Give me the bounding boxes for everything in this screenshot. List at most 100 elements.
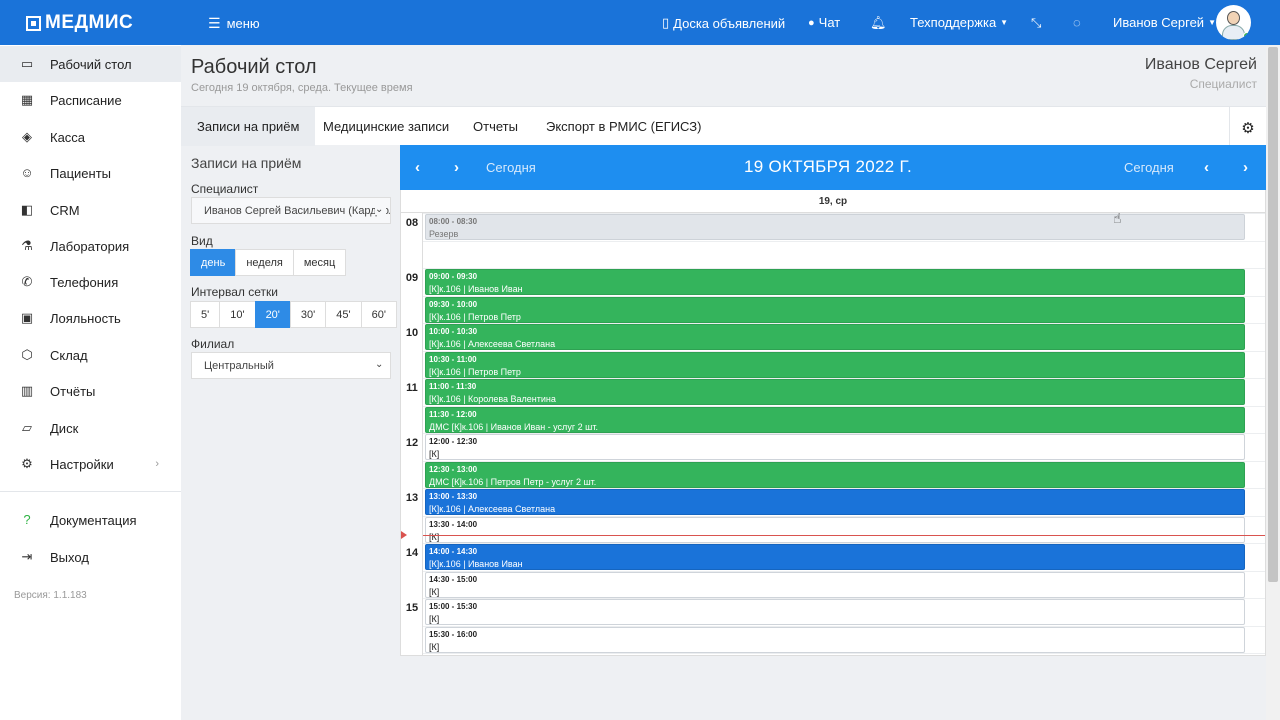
sidebar-divider	[0, 491, 181, 492]
page-subtitle: Сегодня 19 октября, среда. Текущее время	[191, 82, 413, 94]
appointment-event[interactable]: 08:00 - 08:30 Резерв	[425, 214, 1245, 240]
today-button-right[interactable]: Сегодня	[1124, 160, 1174, 175]
appointment-event[interactable]: 10:30 - 11:00 [К]к.106 | Петров Петр	[425, 351, 1245, 378]
appointment-text: ДМС [К]к.106 | Петров Петр - услуг 2 шт.	[429, 476, 597, 487]
sidebar-item-documentation[interactable]: ? Документация	[0, 502, 181, 538]
appointment-time: 11:30 - 12:00	[429, 409, 477, 419]
sidebar-item-cash[interactable]: ◈ Касса	[0, 119, 181, 155]
appointment-text: Резерв	[429, 229, 459, 239]
bell-icon: 🔔︎	[870, 15, 887, 30]
appointment-time: 14:00 - 14:30	[429, 547, 478, 556]
menu-button[interactable]: ☰ меню	[208, 15, 260, 32]
view-week-button[interactable]: неделя	[235, 249, 294, 276]
appointment-event[interactable]: 12:00 - 12:30 [К]	[425, 434, 1245, 460]
appointment-event[interactable]: 14:00 - 14:30 [К]к.106 | Иванов Иван	[425, 544, 1245, 570]
hour-label: 15	[405, 602, 419, 614]
tab-reports[interactable]: Отчеты	[457, 107, 534, 146]
appointment-event[interactable]: 14:30 - 15:00 [К]	[425, 571, 1245, 598]
appointment-text: [К]	[429, 449, 440, 459]
hour-label: 13	[405, 492, 419, 504]
interval-10-button[interactable]: 10'	[219, 301, 256, 328]
appointment-text: [К]	[429, 531, 440, 542]
chat-button[interactable]: ● Чат	[808, 15, 840, 30]
sidebar-item-warehouse[interactable]: ⬡ Склад	[0, 337, 181, 373]
calendar-grid: 08 09 10 11 12 13 14 15 08:00 - 08:30 Резерв 09:0…	[400, 213, 1266, 656]
header-user-role: Специалист	[1189, 77, 1257, 91]
sidebar-item-laboratory[interactable]: ⚗ Лаборатория	[0, 228, 181, 264]
sidebar-item-telephony[interactable]: ✆ Телефония	[0, 264, 181, 300]
notifications-button[interactable]: 🔔︎	[870, 15, 887, 31]
appointment-event[interactable]: 15:00 - 15:30 [К]	[425, 599, 1245, 625]
appointment-event[interactable]: 13:00 - 13:30 [К]к.106 | Алексеева Светла…	[425, 489, 1245, 515]
appointment-text: [К]к.106 | Петров Петр	[429, 366, 521, 377]
interval-45-button[interactable]: 45'	[325, 301, 362, 328]
current-time-marker-icon	[401, 531, 407, 539]
list-icon: ☰	[208, 15, 221, 31]
tab-rmis-export[interactable]: Экспорт в РМИС (ЕГИСЗ)	[530, 107, 717, 146]
appointment-text: [К]к.106 | Королева Валентина	[429, 394, 556, 404]
avatar[interactable]	[1216, 5, 1251, 40]
support-label: Техподдержка	[910, 15, 997, 30]
next-arrow-button-right[interactable]: ›	[1243, 159, 1248, 176]
app-logo[interactable]: МЕДМИС	[26, 12, 133, 34]
sidebar-item-patients[interactable]: ☺ Пациенты	[0, 155, 181, 191]
sidebar-item-reports[interactable]: ▥ Отчёты	[0, 373, 181, 409]
appointment-text: [К]к.106 | Иванов Иван	[429, 284, 523, 294]
interval-30-button[interactable]: 30'	[289, 301, 327, 328]
appointment-event[interactable]: 09:00 - 09:30 [К]к.106 | Иванов Иван	[425, 269, 1245, 295]
appointment-time: 10:00 - 10:30	[429, 327, 478, 336]
interval-20-button[interactable]: 20'	[254, 301, 291, 328]
sidebar-item-schedule[interactable]: ▦ Расписание	[0, 82, 181, 118]
gear-icon: ⚙	[21, 456, 33, 471]
user-dropdown[interactable]: Иванов Сергей ▼	[1113, 15, 1216, 30]
appointment-text: [К]к.106 | Алексеева Светлана	[429, 339, 556, 349]
sidebar-item-settings[interactable]: ⚙ Настройки ›	[0, 446, 181, 482]
sidebar-item-exit[interactable]: ⇥ Выход	[0, 539, 181, 575]
support-dropdown[interactable]: Техподдержка ▼	[910, 15, 1008, 30]
tab-settings-button[interactable]: ⚙	[1229, 107, 1266, 148]
view-day-button[interactable]: день	[190, 249, 237, 276]
tab-medical-records[interactable]: Медицинские записи	[307, 107, 465, 146]
collapse-button[interactable]: ⤡	[1031, 15, 1041, 31]
clipboard-icon: ▯	[662, 15, 670, 30]
announcements-button[interactable]: ▯ Доска объявлений	[662, 15, 785, 31]
hour-column: 08 09 10 11 12 13 14 15	[401, 213, 423, 655]
specialist-select[interactable]: Иванов Сергей Васильевич (Кардиолог) ⌄	[191, 197, 391, 224]
appointment-event[interactable]: 11:30 - 12:00 ДМС [К]к.106 | Иванов Иван …	[425, 406, 1245, 433]
filter-panel-title: Записи на приём	[191, 155, 302, 171]
view-month-button[interactable]: месяц	[292, 249, 347, 276]
appointment-event[interactable]: 10:00 - 10:30 [К]к.106 | Алексеева Светла…	[425, 324, 1245, 350]
appointment-event[interactable]: 09:30 - 10:00 [К]к.106 | Петров Петр	[425, 296, 1245, 323]
sidebar-item-desktop[interactable]: ▭ Рабочий стол	[0, 46, 181, 82]
hour-label: 09	[405, 272, 419, 284]
sidebar-item-loyalty[interactable]: ▣ Лояльность	[0, 300, 181, 336]
chat-label: Чат	[818, 15, 841, 30]
hour-label: 11	[406, 382, 418, 394]
sidebar-item-label: Выход	[50, 549, 89, 565]
prev-arrow-button-right[interactable]: ‹	[1204, 159, 1209, 176]
sidebar-item-crm[interactable]: ◧ CRM	[0, 192, 181, 228]
appointment-event[interactable]: 13:30 - 14:00 [К]	[425, 516, 1245, 543]
caret-down-icon: ▼	[1208, 18, 1216, 27]
scrollbar-thumb[interactable]	[1268, 47, 1278, 582]
interval-5-button[interactable]: 5'	[190, 301, 221, 328]
appointment-time: 12:30 - 13:00	[429, 464, 478, 474]
folder-icon: ▱	[22, 420, 32, 435]
calendar-icon: ▦	[20, 92, 34, 107]
appointment-event[interactable]: 11:00 - 11:30 [К]к.106 | Королева Валенти…	[425, 379, 1245, 405]
branch-select[interactable]: Центральный ⌄	[191, 352, 391, 379]
appointment-event[interactable]: 12:30 - 13:00 ДМС [К]к.106 | Петров Петр …	[425, 461, 1245, 488]
gift-icon: ▣	[20, 310, 34, 325]
appointment-event[interactable]: 15:30 - 16:00 [К]	[425, 626, 1245, 653]
page-scrollbar[interactable]	[1266, 45, 1280, 720]
sidebar-item-disk[interactable]: ▱ Диск	[0, 410, 181, 446]
interval-60-button[interactable]: 60'	[360, 301, 397, 328]
appointment-time: 09:00 - 09:30	[429, 272, 478, 281]
tips-button[interactable]: ◌	[1073, 15, 1081, 30]
hour-label: 14	[405, 547, 419, 559]
appointment-time: 12:00 - 12:30	[429, 437, 478, 446]
calendar-header: ‹ › Сегодня 19 ОКТЯБРЯ 2022 Г. Сегодня ‹…	[400, 145, 1266, 190]
tab-appointments[interactable]: Записи на приём	[181, 107, 316, 146]
cash-icon: ◈	[22, 129, 32, 144]
appointment-text: [К]	[429, 586, 440, 597]
